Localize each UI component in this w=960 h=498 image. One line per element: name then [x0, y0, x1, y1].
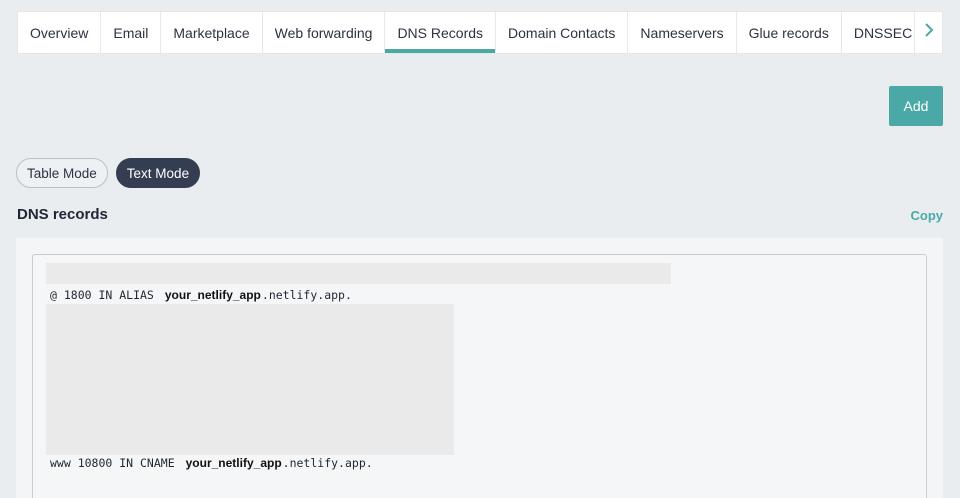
view-mode-toggle: Table Mode Text Mode — [16, 158, 201, 188]
redacted-region — [46, 263, 671, 284]
text-mode-button[interactable]: Text Mode — [115, 158, 201, 188]
record-suffix: .netlify.app. — [282, 456, 373, 470]
record-prefix: www 10800 IN CNAME — [50, 456, 175, 470]
records-panel: @ 1800 IN ALIAS your_netlify_app .netlify.… — [16, 238, 943, 498]
tab-overview[interactable]: Overview — [18, 12, 102, 53]
chevron-right-icon — [924, 22, 934, 43]
record-prefix: @ 1800 IN ALIAS — [50, 288, 154, 302]
table-mode-button[interactable]: Table Mode — [16, 158, 108, 188]
redacted-region — [46, 304, 454, 455]
tab-marketplace[interactable]: Marketplace — [161, 12, 263, 53]
dns-record-line: www 10800 IN CNAME your_netlify_app .netli… — [50, 456, 373, 470]
section-title: DNS records — [17, 206, 108, 223]
copy-button[interactable]: Copy — [911, 208, 944, 223]
dns-record-line: @ 1800 IN ALIAS your_netlify_app .netlify.… — [50, 288, 352, 302]
tab-email[interactable]: Email — [101, 12, 162, 53]
tab-scroll-right-button[interactable] — [914, 12, 942, 53]
tab-web-forwarding[interactable]: Web forwarding — [263, 12, 386, 53]
tab-domain-contacts[interactable]: Domain Contacts — [496, 12, 629, 53]
tab-nameservers[interactable]: Nameservers — [628, 12, 737, 53]
domain-tabs: Overview Email Marketplace Web forwardin… — [17, 11, 943, 54]
record-host: your_netlify_app — [185, 456, 282, 470]
dns-records-text[interactable]: @ 1800 IN ALIAS your_netlify_app .netlify.… — [32, 254, 927, 498]
record-suffix: .netlify.app. — [261, 288, 352, 302]
tab-glue-records[interactable]: Glue records — [737, 12, 842, 53]
record-host: your_netlify_app — [164, 288, 261, 302]
add-record-button[interactable]: Add — [889, 86, 943, 126]
tab-dnssec[interactable]: DNSSEC — [842, 12, 926, 53]
tab-dns-records[interactable]: DNS Records — [385, 12, 497, 53]
